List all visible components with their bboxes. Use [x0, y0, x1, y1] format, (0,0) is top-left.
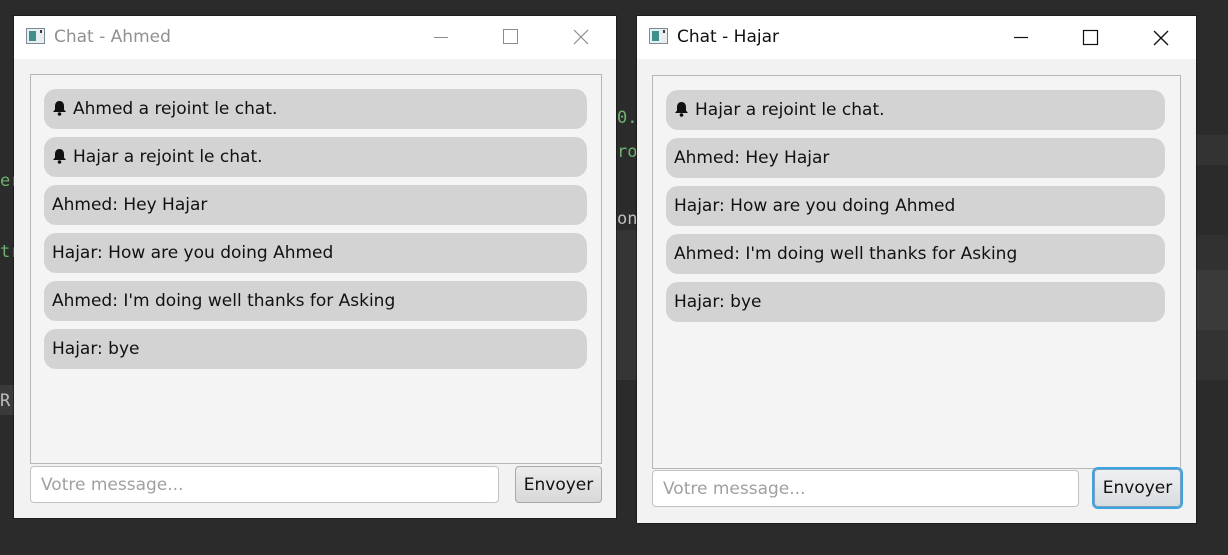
bell-icon [53, 100, 66, 116]
window-title: Chat - Hajar [677, 27, 779, 47]
message-text: Hajar a rejoint le chat. [73, 147, 263, 167]
maximize-button[interactable] [476, 16, 546, 59]
titlebar[interactable]: Chat - Hajar [637, 16, 1196, 59]
message-text: Hajar: bye [674, 292, 762, 312]
chat-message: Hajar: bye [666, 282, 1165, 322]
message-text: Ahmed: Hey Hajar [674, 148, 830, 168]
titlebar[interactable]: Chat - Ahmed [14, 16, 616, 59]
message-text: Ahmed: I'm doing well thanks for Asking [52, 291, 396, 311]
background-panel [1196, 270, 1228, 330]
close-button[interactable] [546, 16, 616, 59]
chat-message: Ahmed: Hey Hajar [666, 138, 1165, 178]
close-icon [573, 29, 589, 45]
message-text: Hajar: How are you doing Ahmed [52, 243, 334, 263]
message-text: Hajar a rejoint le chat. [695, 100, 885, 120]
background-panel [1196, 330, 1228, 380]
chat-window-ahmed: Chat - Ahmed Ahmed a rejoint le chat. Ha… [14, 16, 616, 518]
bell-icon [53, 148, 66, 164]
background-code-fragment: ro [617, 142, 638, 162]
send-button[interactable]: Envoyer [515, 466, 602, 503]
message-text: Ahmed a rejoint le chat. [73, 99, 278, 119]
message-text: Ahmed: I'm doing well thanks for Asking [674, 244, 1018, 264]
message-list[interactable]: Hajar a rejoint le chat. Ahmed: Hey Haja… [652, 75, 1181, 469]
background-panel [1196, 235, 1228, 270]
maximize-button[interactable] [1056, 16, 1126, 59]
message-input[interactable] [652, 470, 1079, 507]
java-app-icon [26, 28, 45, 44]
close-icon [1153, 30, 1169, 46]
chat-message: Ahmed: I'm doing well thanks for Asking [666, 234, 1165, 274]
chat-message: Ahmed: I'm doing well thanks for Asking [44, 281, 587, 321]
minimize-icon [1014, 36, 1028, 39]
message-text: Ahmed: Hey Hajar [52, 195, 208, 215]
chat-message: Ahmed: Hey Hajar [44, 185, 587, 225]
background-panel [1196, 135, 1228, 165]
message-text: Hajar: How are you doing Ahmed [674, 196, 956, 216]
maximize-icon [503, 29, 518, 44]
background-editor-strip [0, 0, 14, 555]
minimize-button[interactable] [986, 16, 1056, 59]
message-list[interactable]: Ahmed a rejoint le chat. Hajar a rejoint… [30, 74, 602, 464]
desktop: 0. ro er on tr R Chat - Ahmed Ahmed a re… [0, 0, 1228, 555]
chat-message: Hajar: bye [44, 329, 587, 369]
maximize-icon [1082, 29, 1099, 46]
minimize-icon [434, 37, 448, 38]
background-code-fragment: R [0, 391, 11, 411]
system-message: Hajar a rejoint le chat. [666, 90, 1165, 130]
system-message: Ahmed a rejoint le chat. [44, 89, 587, 129]
minimize-button[interactable] [406, 16, 476, 59]
system-message: Hajar a rejoint le chat. [44, 137, 587, 177]
window-title: Chat - Ahmed [54, 27, 171, 47]
java-app-icon [649, 28, 668, 44]
message-text: Hajar: bye [52, 339, 140, 359]
message-input[interactable] [30, 466, 499, 503]
close-button[interactable] [1126, 16, 1196, 59]
chat-message: Hajar: How are you doing Ahmed [666, 186, 1165, 226]
send-button[interactable]: Envoyer [1094, 469, 1181, 507]
bell-icon [675, 101, 688, 117]
chat-window-hajar: Chat - Hajar Hajar a rejoint le chat. Ah… [637, 16, 1196, 523]
chat-message: Hajar: How are you doing Ahmed [44, 233, 587, 273]
background-code-fragment: 0. [617, 108, 638, 128]
background-code-fragment: on [617, 209, 638, 229]
background-panel [616, 230, 637, 380]
